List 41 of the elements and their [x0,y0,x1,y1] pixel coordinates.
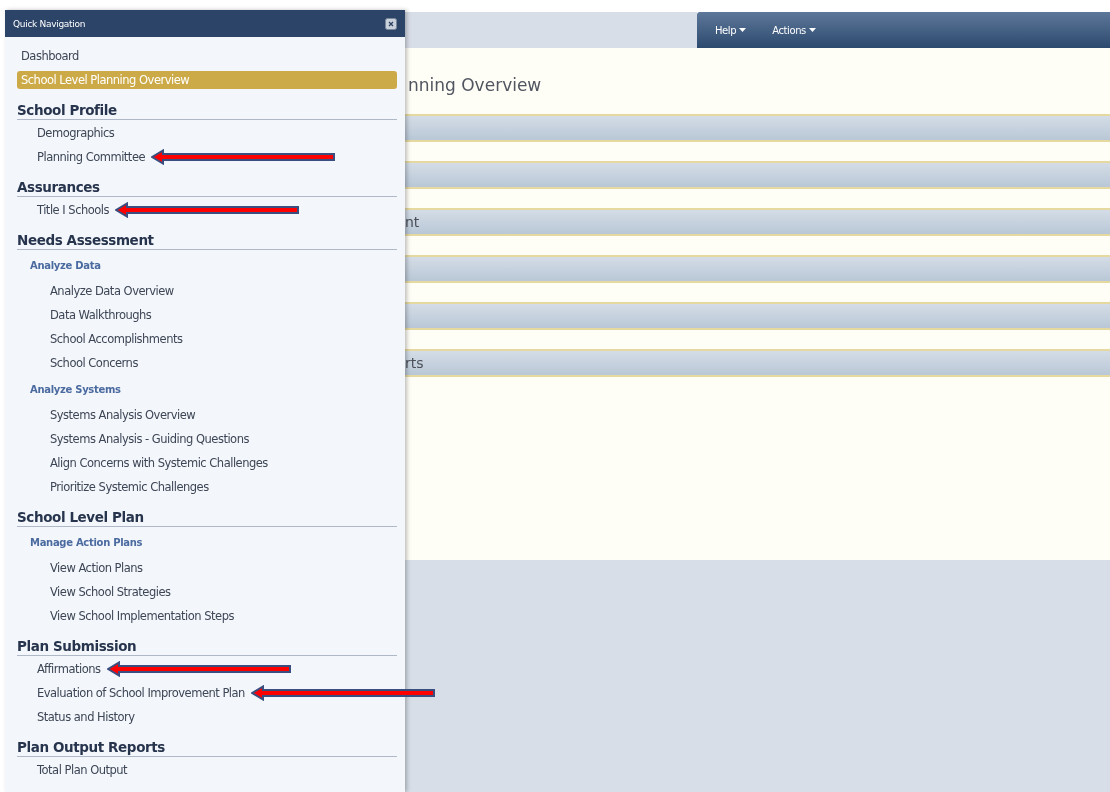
nav-link[interactable]: Planning Committee [17,150,146,164]
accordion-bar[interactable] [405,255,1110,283]
nav-link[interactable]: View Action Plans [17,561,143,575]
menu-button[interactable]: Help [715,22,747,38]
nav-link[interactable]: View School Implementation Steps [17,609,234,623]
caret-icon [739,28,747,32]
section-header: Plan Output Reports [17,729,397,757]
nav-link[interactable]: Total Plan Output [17,763,128,777]
panel-title: Quick Navigation [13,18,86,29]
nav-link[interactable]: Dashboard [21,49,79,63]
accordion-bar[interactable] [405,161,1110,189]
group-header: Analyze Systems [30,383,121,395]
section-header: Needs Assessment [17,222,397,250]
nav-link[interactable]: School Accomplishments [17,332,183,346]
nav-link[interactable]: Data Walkthroughs [17,308,152,322]
menu-button[interactable]: Actions [772,22,816,38]
group-header: Analyze Data [30,259,101,271]
section-header: School Level Plan [17,499,397,527]
nav-link[interactable]: Demographics [17,126,115,140]
nav-link[interactable]: Prioritize Systemic Challenges [17,480,209,494]
nav-link[interactable]: Status and History [17,710,135,724]
section-header: Plan Submission [17,628,397,656]
nav-link[interactable]: View School Strategies [17,585,171,599]
group-header: Manage Action Plans [30,536,143,548]
page-title: nning Overview [407,74,542,95]
caret-icon [808,28,816,32]
accordion-bar[interactable] [405,302,1110,330]
nav-link[interactable]: Systems Analysis - Guiding Questions [17,432,249,446]
section-header: Assurances [17,169,397,197]
nav-link[interactable]: Affirmations [17,662,101,676]
accordion-bar[interactable] [405,114,1110,142]
nav-link[interactable]: Title I Schools [17,203,110,217]
nav-link[interactable]: Align Concerns with Systemic Challenges [17,456,268,470]
nav-link[interactable]: Evaluation of School Improvement Plan [17,686,245,700]
section-header: School Profile [17,92,397,120]
close-icon[interactable] [385,17,397,30]
accordion-bar[interactable]: rts [405,349,1110,377]
nav-link[interactable]: Systems Analysis Overview [17,408,196,422]
accordion-bar[interactable]: nt [405,208,1110,236]
nav-link[interactable]: School Concerns [17,356,138,370]
nav-link[interactable]: Analyze Data Overview [17,284,174,298]
